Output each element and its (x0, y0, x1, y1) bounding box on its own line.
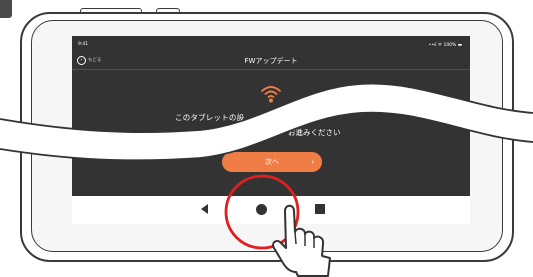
tutorial-illustration: 9:41 ••ıl ᯤ 100% ▬ ‹ もどる FWアップデート このタブレッ… (0, 0, 533, 277)
pointing-hand-icon (272, 204, 331, 277)
